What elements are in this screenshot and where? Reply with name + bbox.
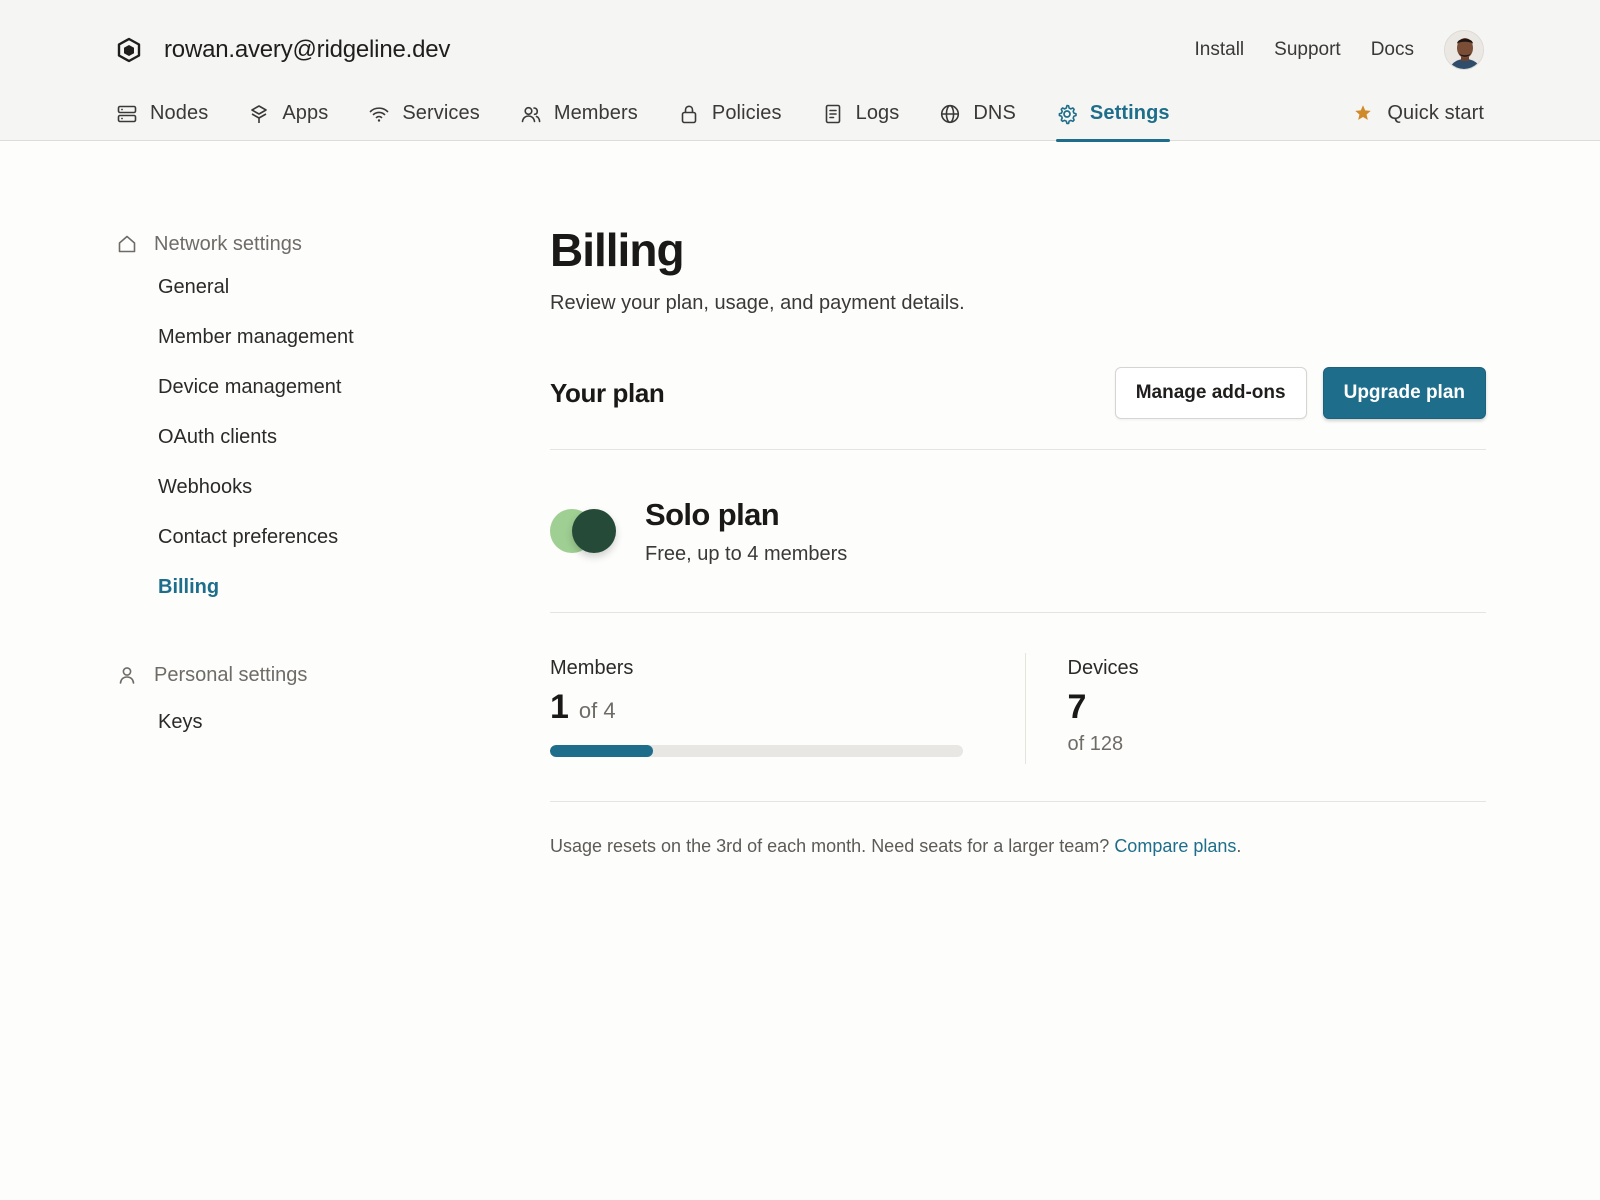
quick-start-label: Quick start bbox=[1387, 102, 1484, 124]
members-count: 1 bbox=[550, 688, 569, 726]
devices-limit: of 128 bbox=[1067, 733, 1124, 755]
current-plan-card: Solo plan Free, up to 4 members bbox=[550, 450, 1486, 612]
members-limit: of 4 bbox=[578, 698, 616, 723]
nav-settings[interactable]: Settings bbox=[1055, 86, 1170, 142]
nav-label: Settings bbox=[1089, 102, 1170, 124]
globe-icon bbox=[939, 103, 961, 125]
nav-apps[interactable]: Apps bbox=[248, 86, 328, 141]
lock-icon bbox=[678, 103, 700, 125]
nav-label: Nodes bbox=[150, 102, 209, 124]
members-usage: Members 1 of 4 bbox=[550, 613, 1025, 801]
star-icon bbox=[1353, 103, 1375, 125]
nav-label: DNS bbox=[973, 102, 1016, 124]
top-links: Install Support Docs bbox=[1195, 30, 1484, 70]
devices-value-row: 7 bbox=[1068, 688, 1487, 727]
members-value-row: 1 of 4 bbox=[550, 688, 969, 727]
gear-icon bbox=[1056, 103, 1078, 125]
sidebar-item-billing[interactable]: Billing bbox=[116, 562, 476, 612]
nav-label: Apps bbox=[282, 102, 329, 124]
top-header: rowan.avery@ridgeline.dev Install Suppor… bbox=[0, 0, 1600, 142]
plan-section-title: Your plan bbox=[550, 377, 665, 408]
personal-settings-group: Personal settings Keys bbox=[116, 657, 476, 747]
sidebar-item-keys[interactable]: Keys bbox=[116, 697, 476, 747]
network-settings-group: Network settings General Member manageme… bbox=[116, 226, 476, 612]
support-link[interactable]: Support bbox=[1274, 39, 1341, 61]
home-icon bbox=[116, 233, 138, 255]
personal-settings-heading: Personal settings bbox=[116, 657, 476, 693]
main-nav: Nodes Apps Services Members Policies Log… bbox=[116, 86, 1484, 142]
sidebar-item-general[interactable]: General bbox=[116, 262, 476, 312]
page-subtitle: Review your plan, usage, and payment det… bbox=[550, 292, 965, 314]
plan-logo-icon bbox=[550, 507, 618, 555]
members-label: Members bbox=[550, 657, 634, 679]
page-title: Billing bbox=[550, 224, 685, 276]
sidebar-item-device-management[interactable]: Device management bbox=[116, 362, 476, 412]
network-settings-heading: Network settings bbox=[116, 226, 476, 262]
account-bar: rowan.avery@ridgeline.dev Install Suppor… bbox=[116, 22, 1484, 78]
nav-members[interactable]: Members bbox=[520, 86, 638, 141]
sidebar-item-member-management[interactable]: Member management bbox=[116, 312, 476, 362]
plan-description: Free, up to 4 members bbox=[645, 542, 848, 565]
manage-addons-button[interactable]: Manage add-ons bbox=[1114, 367, 1307, 419]
apps-icon bbox=[248, 103, 270, 125]
nav-logs[interactable]: Logs bbox=[822, 86, 900, 141]
nav-dns[interactable]: DNS bbox=[939, 86, 1016, 141]
docs-link[interactable]: Docs bbox=[1371, 39, 1414, 61]
account-switcher[interactable]: rowan.avery@ridgeline.dev bbox=[116, 36, 450, 64]
plan-info: Solo plan Free, up to 4 members bbox=[645, 497, 847, 566]
nav-label: Policies bbox=[711, 102, 782, 124]
quick-start-button[interactable]: Quick start bbox=[1353, 86, 1484, 141]
nav-label: Services bbox=[402, 102, 480, 124]
nav-policies[interactable]: Policies bbox=[678, 86, 782, 141]
avatar[interactable] bbox=[1444, 30, 1484, 70]
user-icon bbox=[116, 664, 138, 686]
usage-footnote: Usage resets on the 3rd of each month. N… bbox=[550, 836, 1486, 857]
account-email: rowan.avery@ridgeline.dev bbox=[164, 36, 451, 63]
plan-name: Solo plan bbox=[645, 496, 780, 532]
users-icon bbox=[520, 103, 542, 125]
members-progress-fill bbox=[550, 745, 654, 757]
devices-count: 7 bbox=[1067, 688, 1087, 726]
wifi-icon bbox=[368, 103, 390, 125]
hexagon-logo-icon bbox=[116, 37, 142, 63]
sidebar-item-contact-preferences[interactable]: Contact preferences bbox=[116, 512, 476, 562]
plan-actions: Manage add-ons Upgrade plan bbox=[1114, 367, 1486, 419]
settings-sidebar: Network settings General Member manageme… bbox=[116, 226, 476, 747]
compare-plans-link[interactable]: Compare plans bbox=[1114, 836, 1236, 856]
document-icon bbox=[822, 103, 844, 125]
nav-label: Members bbox=[553, 102, 638, 124]
divider bbox=[550, 801, 1486, 802]
install-link[interactable]: Install bbox=[1195, 39, 1245, 61]
plan-section-header: Your plan Manage add-ons Upgrade plan bbox=[550, 367, 1486, 419]
usage-stats: Members 1 of 4 Devices 7 of 128 bbox=[550, 613, 1486, 801]
footnote-text: Usage resets on the 3rd of each month. N… bbox=[550, 836, 1115, 856]
sidebar-item-webhooks[interactable]: Webhooks bbox=[116, 462, 476, 512]
devices-usage: Devices 7 of 128 bbox=[1024, 653, 1487, 764]
devices-label: Devices bbox=[1067, 657, 1139, 679]
upgrade-plan-button[interactable]: Upgrade plan bbox=[1322, 367, 1486, 419]
server-icon bbox=[116, 103, 138, 125]
nav-nodes[interactable]: Nodes bbox=[116, 86, 208, 141]
footnote-end: . bbox=[1236, 836, 1242, 856]
nav-services[interactable]: Services bbox=[368, 86, 480, 141]
members-progress-bar bbox=[550, 745, 963, 757]
sidebar-item-oauth-clients[interactable]: OAuth clients bbox=[116, 412, 476, 462]
nav-label: Logs bbox=[855, 102, 900, 124]
billing-main: Billing Review your plan, usage, and pay… bbox=[550, 220, 1486, 857]
